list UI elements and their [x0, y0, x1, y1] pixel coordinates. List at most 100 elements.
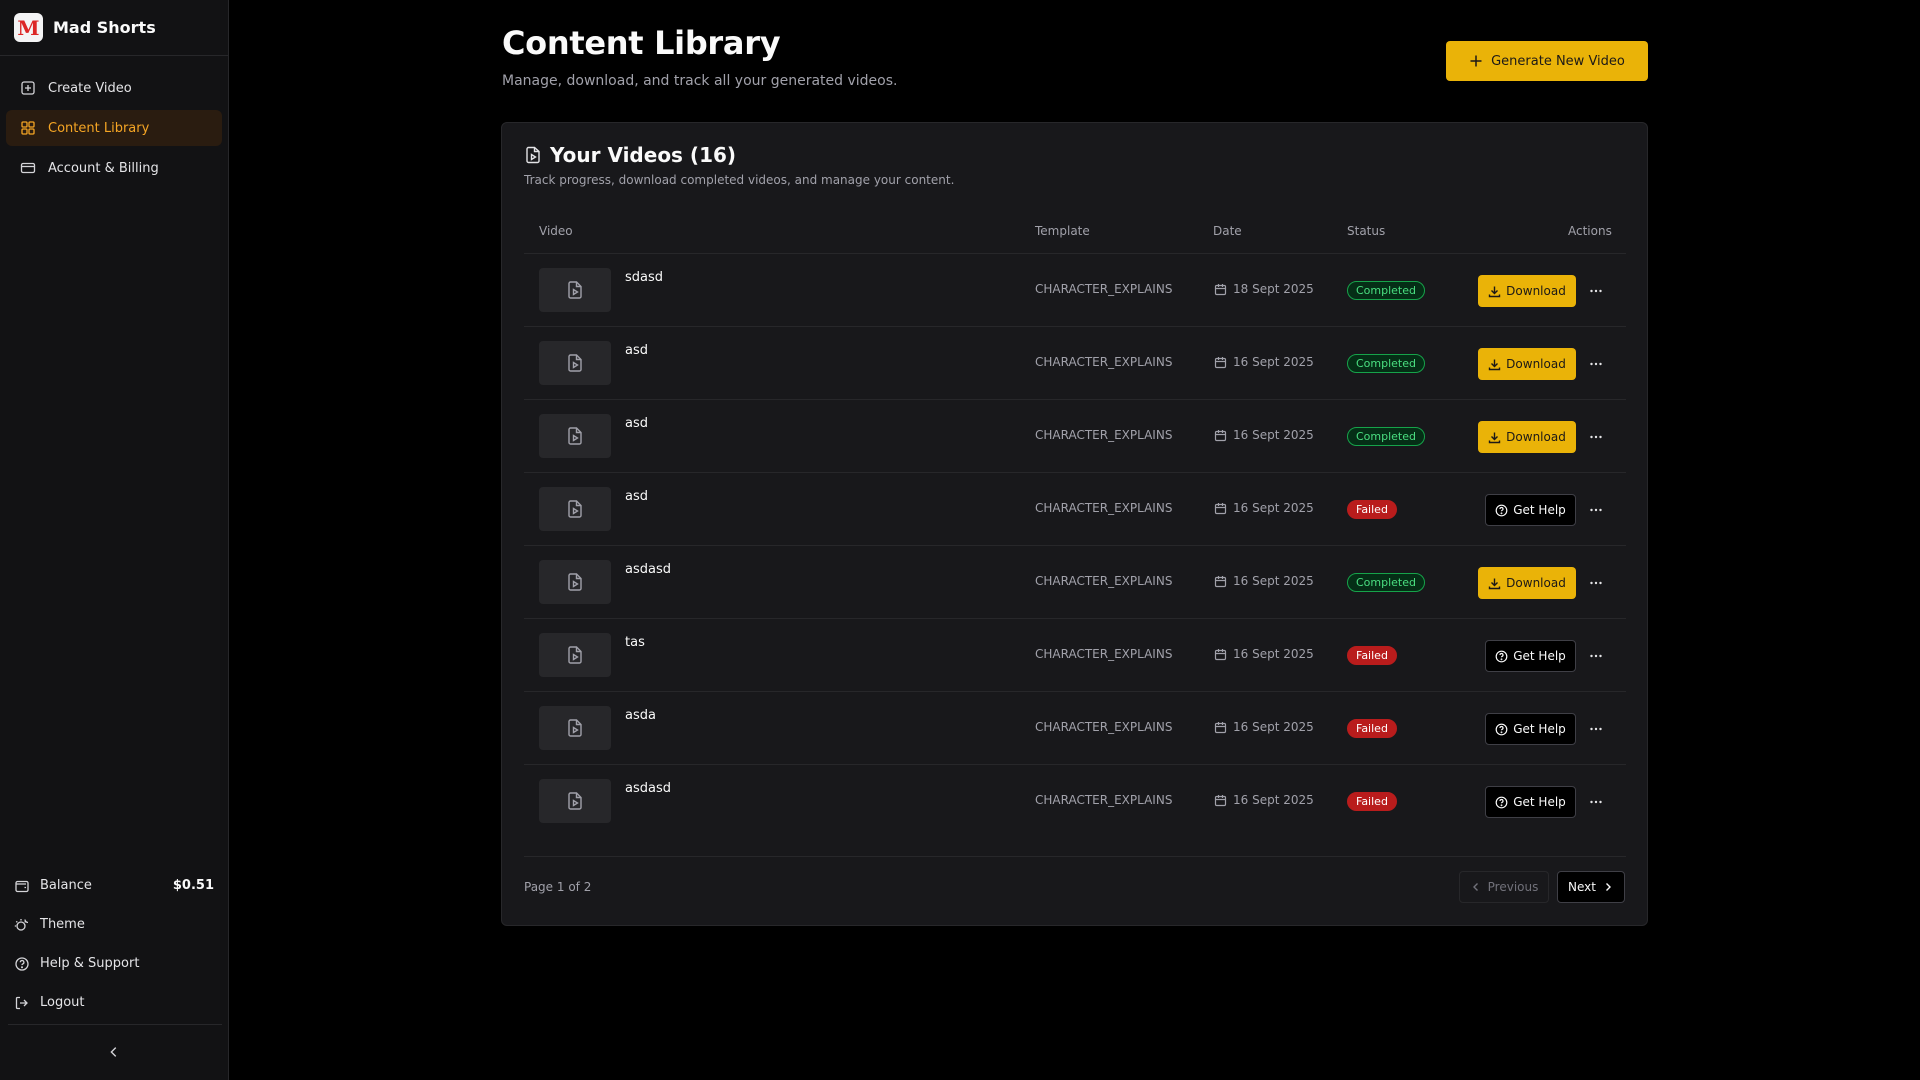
more-actions-button[interactable]	[1586, 354, 1606, 374]
more-horizontal-icon	[1589, 503, 1603, 517]
video-thumbnail[interactable]	[539, 779, 611, 823]
download-icon	[1488, 577, 1501, 590]
more-horizontal-icon	[1589, 284, 1603, 298]
table-row: sdasd CHARACTER_EXPLAINS 18 Sept 2025 Compl…	[524, 253, 1626, 326]
collapse-sidebar-button[interactable]	[104, 1042, 124, 1062]
download-label: Download	[1506, 284, 1566, 298]
videos-card-title-text: Your Videos (16)	[550, 143, 737, 167]
get-help-label: Get Help	[1513, 722, 1566, 736]
pagination-info: Page 1 of 2	[524, 880, 592, 894]
video-thumbnail[interactable]	[539, 633, 611, 677]
video-date-text: 16 Sept 2025	[1233, 574, 1314, 588]
more-actions-button[interactable]	[1586, 281, 1606, 301]
help-label: Help & Support	[40, 956, 140, 971]
download-icon	[1488, 431, 1501, 444]
more-horizontal-icon	[1589, 576, 1603, 590]
video-date: 16 Sept 2025	[1214, 793, 1314, 807]
video-thumbnail[interactable]	[539, 560, 611, 604]
get-help-button[interactable]: Get Help	[1485, 786, 1576, 818]
download-button[interactable]: Download	[1478, 567, 1576, 599]
download-button[interactable]: Download	[1478, 275, 1576, 307]
video-date: 16 Sept 2025	[1214, 501, 1314, 515]
video-thumbnail[interactable]	[539, 268, 611, 312]
previous-page-button[interactable]: Previous	[1459, 871, 1549, 903]
video-date: 16 Sept 2025	[1214, 574, 1314, 588]
video-date: 18 Sept 2025	[1214, 282, 1314, 296]
status-badge: Failed	[1347, 646, 1397, 665]
calendar-icon	[1214, 502, 1227, 515]
sidebar-item-label: Create Video	[48, 80, 132, 96]
sidebar: M Mad Shorts Create Video Content Librar…	[0, 0, 229, 1080]
table-row: asdasd CHARACTER_EXPLAINS 16 Sept 2025 Comp…	[524, 545, 1626, 618]
video-name: tas	[625, 635, 645, 650]
video-template: CHARACTER_EXPLAINS	[1035, 501, 1173, 515]
video-date: 16 Sept 2025	[1214, 355, 1314, 369]
more-horizontal-icon	[1589, 430, 1603, 444]
plus-square-icon	[20, 80, 36, 96]
plus-icon	[1469, 54, 1483, 68]
video-thumbnail[interactable]	[539, 487, 611, 531]
video-name: asdasd	[625, 562, 671, 577]
get-help-button[interactable]: Get Help	[1485, 713, 1576, 745]
get-help-button[interactable]: Get Help	[1485, 494, 1576, 526]
sidebar-nav: Create Video Content Library Account & B…	[6, 70, 222, 190]
generate-new-video-button[interactable]: Generate New Video	[1446, 41, 1648, 81]
get-help-button[interactable]: Get Help	[1485, 640, 1576, 672]
status-badge: Completed	[1347, 573, 1425, 592]
download-label: Download	[1506, 357, 1566, 371]
video-date-text: 16 Sept 2025	[1233, 501, 1314, 515]
video-date-text: 16 Sept 2025	[1233, 647, 1314, 661]
more-actions-button[interactable]	[1586, 427, 1606, 447]
sidebar-item-create-video[interactable]: Create Video	[6, 70, 222, 106]
sidebar-item-label: Content Library	[48, 120, 150, 136]
more-actions-button[interactable]	[1586, 719, 1606, 739]
next-page-button[interactable]: Next	[1557, 871, 1625, 903]
table-footer-divider	[524, 856, 1626, 857]
page-subtitle: Manage, download, and track all your gen…	[502, 73, 898, 89]
video-template: CHARACTER_EXPLAINS	[1035, 647, 1173, 661]
video-date-text: 16 Sept 2025	[1233, 428, 1314, 442]
video-template: CHARACTER_EXPLAINS	[1035, 793, 1173, 807]
table-row: asd CHARACTER_EXPLAINS 16 Sept 2025 Failed G…	[524, 472, 1626, 545]
more-actions-button[interactable]	[1586, 573, 1606, 593]
column-header-video: Video	[539, 224, 573, 238]
theme-toggle[interactable]: Theme	[0, 905, 228, 944]
video-template: CHARACTER_EXPLAINS	[1035, 720, 1173, 734]
videos-card: Your Videos (16) Track progress, downloa…	[501, 122, 1648, 926]
sidebar-item-label: Account & Billing	[48, 160, 159, 176]
chevron-right-icon	[1602, 881, 1614, 893]
column-header-status: Status	[1347, 224, 1386, 238]
help-circle-icon	[1495, 504, 1508, 517]
more-actions-button[interactable]	[1586, 500, 1606, 520]
download-button[interactable]: Download	[1478, 421, 1576, 453]
file-video-icon	[565, 353, 585, 373]
status-badge: Failed	[1347, 719, 1397, 738]
sidebar-item-content-library[interactable]: Content Library	[6, 110, 222, 146]
help-support-link[interactable]: Help & Support	[0, 944, 228, 983]
logout-icon	[14, 995, 30, 1011]
sidebar-item-account-billing[interactable]: Account & Billing	[6, 150, 222, 186]
video-thumbnail[interactable]	[539, 706, 611, 750]
more-horizontal-icon	[1589, 357, 1603, 371]
brand-logo: M	[14, 13, 43, 42]
brand-logo-letter: M	[17, 15, 40, 40]
help-circle-icon	[1495, 723, 1508, 736]
video-thumbnail[interactable]	[539, 414, 611, 458]
download-button[interactable]: Download	[1478, 348, 1576, 380]
video-name: asd	[625, 489, 648, 504]
more-actions-button[interactable]	[1586, 646, 1606, 666]
video-name: sdasd	[625, 270, 664, 285]
more-actions-button[interactable]	[1586, 792, 1606, 812]
video-thumbnail[interactable]	[539, 341, 611, 385]
logout-button[interactable]: Logout	[0, 983, 228, 1022]
sun-moon-icon	[14, 917, 30, 933]
sidebar-divider	[8, 1024, 222, 1025]
video-date-text: 18 Sept 2025	[1233, 282, 1314, 296]
credit-card-icon	[20, 160, 36, 176]
video-template: CHARACTER_EXPLAINS	[1035, 574, 1173, 588]
status-badge: Failed	[1347, 500, 1397, 519]
chevron-left-icon	[1470, 881, 1482, 893]
brand[interactable]: M Mad Shorts	[0, 0, 228, 56]
calendar-icon	[1214, 721, 1227, 734]
balance-row[interactable]: Balance $0.51	[0, 866, 228, 905]
